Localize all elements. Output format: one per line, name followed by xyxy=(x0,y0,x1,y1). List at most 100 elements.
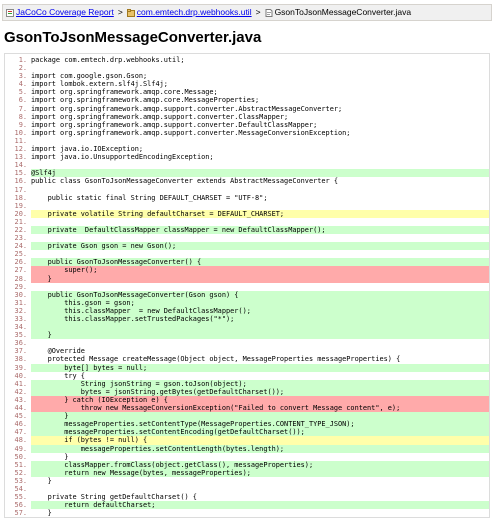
breadcrumb-link-package[interactable]: com.emtech.drp.webhooks.util xyxy=(137,5,252,20)
line-code: import org.springframework.amqp.core.Mes… xyxy=(31,88,218,97)
line-number: 4. xyxy=(18,80,27,89)
line-number: 41. xyxy=(5,379,31,388)
line-code: private volatile String defaultCharset =… xyxy=(31,209,285,218)
line-code: import org.springframework.amqp.support.… xyxy=(31,112,289,121)
line-number: 16. xyxy=(14,177,27,186)
source-line: 12. import java.io.IOException; xyxy=(5,145,489,153)
line-code: import org.springframework.amqp.support.… xyxy=(31,120,318,129)
source-line: 49. messageProperties.setContentLength(b… xyxy=(5,444,489,453)
breadcrumb-item-package[interactable]: com.emtech.drp.webhooks.util xyxy=(126,5,252,20)
line-code: messageProperties.setContentType(Message… xyxy=(31,420,355,429)
line-code: protected Message createMessage(Object o… xyxy=(31,355,401,364)
line-number: 34. xyxy=(5,323,31,332)
line-code: } xyxy=(31,452,69,461)
line-number: 42. xyxy=(5,387,31,396)
line-code: public static final String DEFAULT_CHARS… xyxy=(31,193,268,202)
line-code: classMapper.fromClass(object.getClass(),… xyxy=(31,460,314,469)
line-number: 6. xyxy=(18,96,27,105)
line-code: } xyxy=(31,476,52,485)
line-code: public GsonToJsonMessageConverter() { xyxy=(31,258,202,267)
source-line: 22. private DefaultClassMapper classMapp… xyxy=(5,225,489,235)
line-number: 19. xyxy=(14,201,27,210)
source-line: 36. xyxy=(5,339,489,347)
line-code: private Gson gson = new Gson(); xyxy=(31,242,177,251)
line-number: 28. xyxy=(5,274,31,283)
source-line: 33. this.classMapper.setTrustedPackages(… xyxy=(5,315,489,324)
source-line: 6. import org.springframework.amqp.core.M… xyxy=(5,96,489,104)
line-number: 38. xyxy=(14,355,27,364)
line-number: 29. xyxy=(14,282,27,291)
line-number: 3. xyxy=(18,72,27,81)
line-code: this.gson = gson; xyxy=(31,298,135,307)
line-code: import java.io.UnsupportedEncodingExcept… xyxy=(31,153,214,162)
line-number: 1. xyxy=(18,56,27,64)
line-number: 17. xyxy=(14,185,27,194)
source-line: 38. protected Message createMessage(Obje… xyxy=(5,355,489,363)
line-number: 7. xyxy=(18,104,27,113)
line-number: 8. xyxy=(18,112,27,121)
breadcrumb-separator: > xyxy=(117,7,123,17)
package-icon xyxy=(126,8,135,17)
breadcrumb-item-report[interactable]: JaCoCo Coverage Report xyxy=(6,5,114,20)
line-code: import org.springframework.amqp.support.… xyxy=(31,104,343,113)
line-number: 13. xyxy=(14,153,27,162)
source-line: 1. package com.emtech.drp.webhooks.util; xyxy=(5,56,489,64)
line-code: @Slf4j xyxy=(31,169,56,178)
line-number: 2. xyxy=(18,64,27,73)
source-line: 43. } catch (IOException e) { xyxy=(5,395,489,405)
line-number: 53. xyxy=(14,476,27,485)
line-code: import lombok.extern.slf4j.Slf4j; xyxy=(31,80,168,89)
source-line: 41. String jsonString = gson.toJson(obje… xyxy=(5,379,489,388)
line-code: bytes = jsonString.getBytes(getDefaultCh… xyxy=(31,387,285,396)
line-code: throw new MessageConversionException("Fa… xyxy=(31,404,401,413)
line-code: } xyxy=(31,509,52,518)
source-line: 13. import java.io.UnsupportedEncodingExc… xyxy=(5,153,489,161)
source-line: 40. try { xyxy=(5,372,489,380)
line-number: 57. xyxy=(14,509,27,518)
breadcrumb-item-source-file: GsonToJsonMessageConverter.java xyxy=(265,5,411,20)
line-number: 44. xyxy=(5,404,31,413)
source-line: 25. xyxy=(5,250,489,258)
source-line: 35. } xyxy=(5,331,489,340)
source-line: 45. } xyxy=(5,412,489,421)
line-number: 39. xyxy=(5,363,31,372)
line-code: return new Message(bytes, messagePropert… xyxy=(31,468,251,477)
source-line: 31. this.gson = gson; xyxy=(5,298,489,307)
source-line: 47. messageProperties.setContentEncoding… xyxy=(5,428,489,437)
line-code: super(); xyxy=(31,266,98,275)
source-line: 34. xyxy=(5,323,489,332)
breadcrumb-link-report[interactable]: JaCoCo Coverage Report xyxy=(16,5,114,20)
line-number: 40. xyxy=(14,371,27,380)
line-number: 11. xyxy=(14,136,27,145)
line-number: 48. xyxy=(5,436,31,445)
source-line: 55. private String getDefaultCharset() { xyxy=(5,493,489,501)
source-line: 56. return defaultCharset; xyxy=(5,501,489,510)
line-number: 26. xyxy=(5,258,31,267)
line-code: import java.io.IOException; xyxy=(31,145,144,154)
source-line: 21. xyxy=(5,218,489,226)
line-code: public class GsonToJsonMessageConverter … xyxy=(31,177,338,186)
line-number: 24. xyxy=(5,242,31,251)
line-code: messageProperties.setContentLength(bytes… xyxy=(31,444,285,453)
line-number: 35. xyxy=(5,331,31,340)
line-code: messageProperties.setContentEncoding(get… xyxy=(31,428,305,437)
source-line: 29. xyxy=(5,283,489,291)
source-line: 7. import org.springframework.amqp.suppor… xyxy=(5,105,489,113)
line-code: this.classMapper = new DefaultClassMappe… xyxy=(31,306,251,315)
source-line: 50. } xyxy=(5,453,489,461)
line-code: String jsonString = gson.toJson(object); xyxy=(31,379,247,388)
source-line: 52. return new Message(bytes, messagePro… xyxy=(5,468,489,477)
source-line: 2. xyxy=(5,64,489,72)
source-line: 32. this.classMapper = new DefaultClassM… xyxy=(5,306,489,315)
breadcrumb-separator: > xyxy=(255,7,261,17)
line-number: 10. xyxy=(14,128,27,137)
source-line: 18. public static final String DEFAULT_C… xyxy=(5,194,489,202)
line-number: 14. xyxy=(14,161,27,170)
line-number: 15. xyxy=(5,169,31,178)
